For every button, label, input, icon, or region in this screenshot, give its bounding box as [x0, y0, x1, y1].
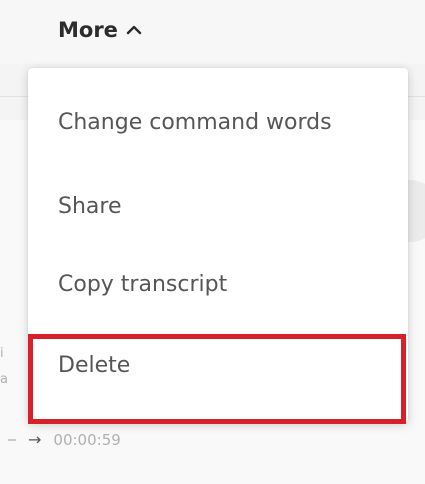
menu-item-share[interactable]: Share: [28, 166, 408, 246]
more-label: More: [58, 18, 118, 42]
top-header: More: [0, 0, 425, 64]
more-dropdown-menu: Change command words Share Copy transcri…: [28, 68, 408, 423]
menu-item-change-command-words[interactable]: Change command words: [28, 82, 408, 162]
menu-item-label: Share: [58, 193, 122, 219]
menu-item-copy-transcript[interactable]: Copy transcript: [28, 244, 408, 324]
duration-label: 00:00:59: [53, 430, 121, 449]
arrow-right-icon: →: [28, 430, 42, 449]
menu-item-label: Delete: [58, 352, 131, 378]
more-toggle-button[interactable]: More: [58, 18, 142, 42]
dash-icon: [8, 438, 16, 441]
background-text-fragment: i: [0, 346, 4, 360]
menu-item-label: Change command words: [58, 109, 332, 135]
chevron-up-icon: [126, 25, 142, 35]
background-duration: → 00:00:59: [8, 430, 121, 449]
background-text-fragment: a: [0, 372, 8, 386]
menu-item-delete[interactable]: Delete: [28, 325, 408, 405]
menu-item-label: Copy transcript: [58, 271, 228, 297]
